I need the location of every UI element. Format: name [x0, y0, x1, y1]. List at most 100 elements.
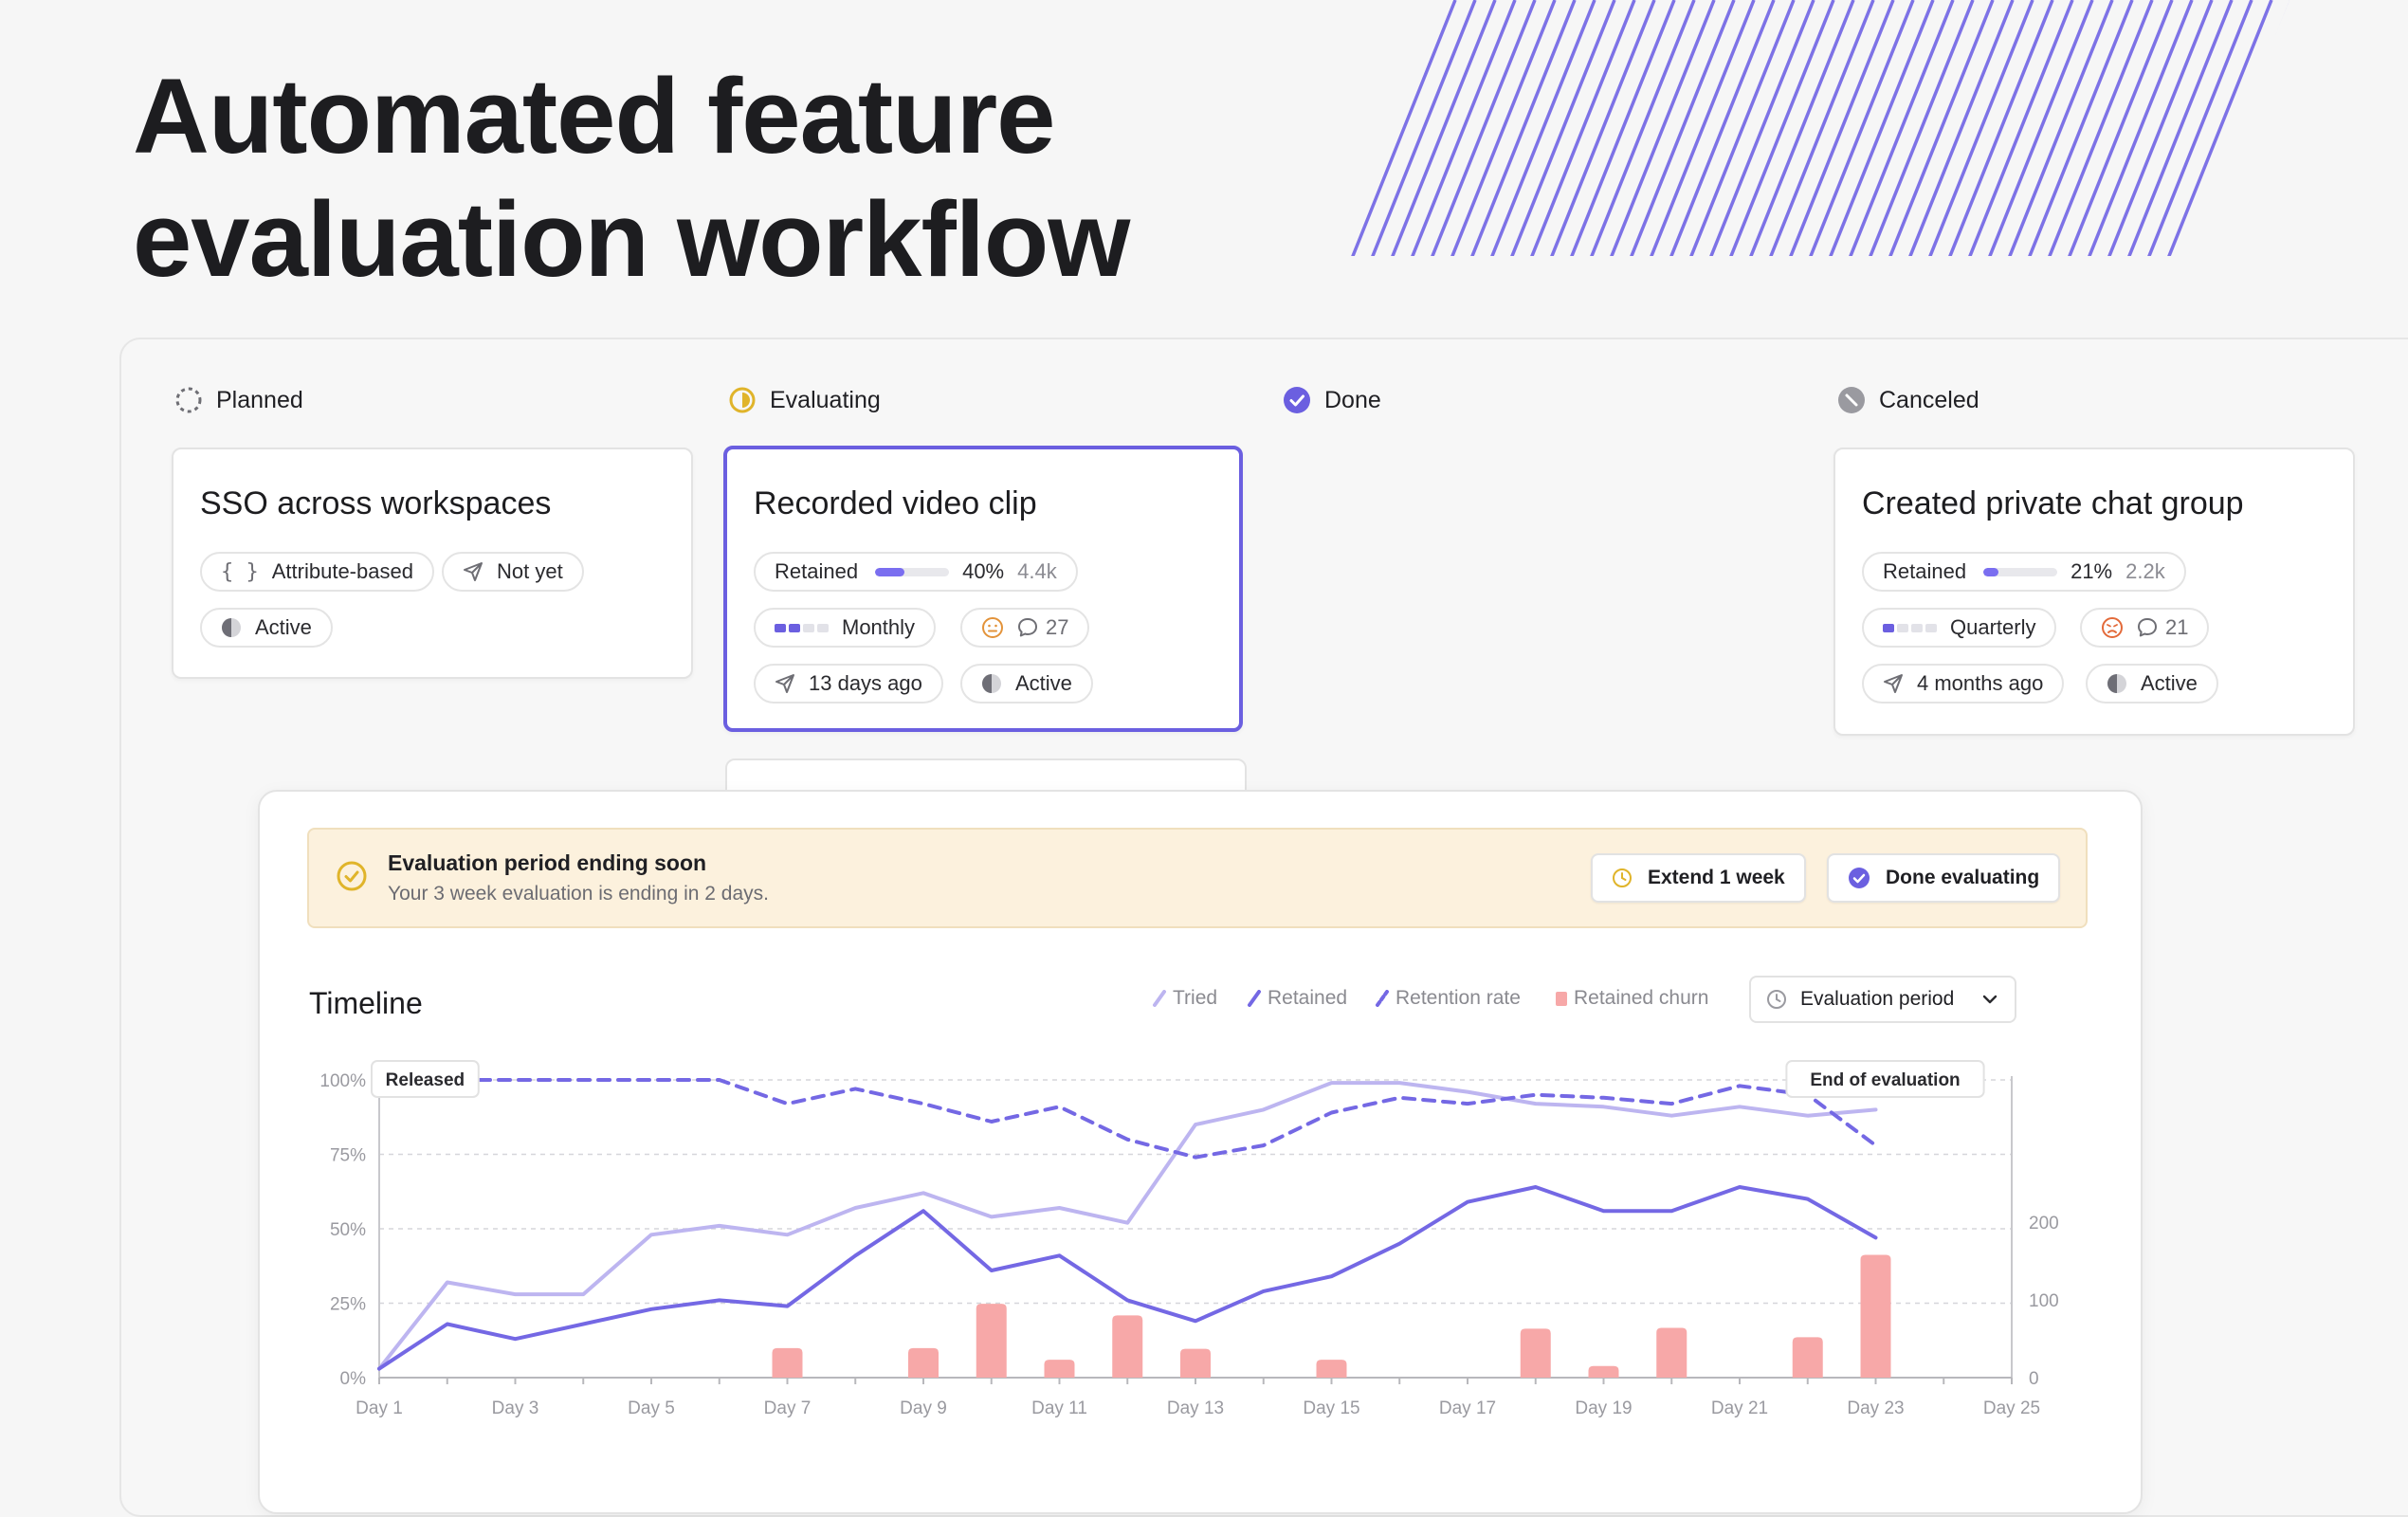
- y-tick-label: 25%: [330, 1295, 366, 1315]
- release-chip[interactable]: 4 months ago: [1862, 664, 2065, 704]
- legend-tried[interactable]: Tried: [1152, 986, 1217, 1011]
- feature-card-video[interactable]: Recorded video clip Retained 40% 4.4k Mo…: [723, 446, 1243, 732]
- retained-progress: [1983, 567, 2058, 576]
- canceled-circle-icon: [1838, 387, 1865, 413]
- hatch-decoration: [1351, 0, 2289, 256]
- x-tick-label: Day 15: [1303, 1398, 1359, 1418]
- x-tick-label: Day 5: [628, 1398, 675, 1418]
- legend-retained[interactable]: Retained: [1247, 986, 1347, 1011]
- y-tick-label: 0%: [340, 1369, 367, 1389]
- send-icon: [775, 673, 795, 694]
- churn-bar: [908, 1347, 939, 1378]
- feature-card-chat[interactable]: Created private chat group Retained 21% …: [1833, 448, 2355, 736]
- x-tick-label: Day 11: [1031, 1398, 1087, 1418]
- pie-status-icon: [981, 673, 1002, 694]
- timeline-chart: 0% 25% 50% 75% 100% 0 100 200 Day 1 Day 3 Day 5 Day…: [319, 1060, 2059, 1418]
- x-tick-label: Day 9: [900, 1398, 947, 1418]
- comment-icon: [2137, 617, 2158, 638]
- churn-bar: [976, 1304, 1007, 1378]
- braces-icon: { }: [221, 559, 259, 584]
- half-circle-icon: [729, 387, 756, 413]
- page-title: Automated feature evaluation workflow: [133, 57, 1130, 299]
- legend-line-swatch: [1248, 990, 1261, 1007]
- feedback-chip[interactable]: 27: [960, 608, 1090, 648]
- y-tick-label: 100%: [319, 1071, 366, 1091]
- x-tick-label: Day 23: [1847, 1398, 1904, 1418]
- churn-bar: [1792, 1337, 1823, 1378]
- column-label: Planned: [216, 386, 303, 413]
- column-planned[interactable]: Planned: [174, 383, 303, 417]
- release-chip[interactable]: 13 days ago: [754, 664, 943, 704]
- legend-retention-rate[interactable]: Retention rate: [1375, 986, 1521, 1011]
- annotation-label: Released: [386, 1070, 465, 1090]
- series-line-retention-rate: [377, 1078, 1878, 1160]
- send-icon: [463, 561, 483, 582]
- annotation-tag: End of evaluation: [1785, 1060, 1985, 1098]
- x-tick-label: Day 19: [1575, 1398, 1632, 1418]
- period-select[interactable]: Evaluation period: [1749, 976, 2016, 1023]
- column-canceled[interactable]: Canceled: [1837, 383, 1979, 417]
- card-title: Recorded video clip: [754, 485, 1037, 521]
- banner-title: Evaluation period ending soon: [388, 850, 707, 875]
- timeline-title: Timeline: [309, 986, 423, 1020]
- churn-bar: [1180, 1348, 1211, 1378]
- legend-dashed-swatch: [1376, 990, 1389, 1007]
- churn-bar: [1044, 1360, 1075, 1378]
- legend-bar-swatch: [1556, 992, 1567, 1006]
- check-circle-icon: [1284, 387, 1310, 413]
- churn-bar: [1656, 1327, 1687, 1378]
- column-label: Canceled: [1879, 386, 1979, 413]
- status-chip[interactable]: Active: [960, 664, 1093, 704]
- x-tick-label: Day 3: [492, 1398, 539, 1418]
- check-circle-icon: [1849, 868, 1870, 888]
- clock-icon: [1613, 868, 1632, 887]
- status-chip[interactable]: Active: [200, 608, 333, 648]
- x-tick-label: Day 25: [1983, 1398, 2040, 1418]
- targeting-chip[interactable]: { } Attribute-based: [200, 552, 434, 592]
- churn-bar: [1112, 1315, 1143, 1378]
- chevron-down-icon: [1982, 995, 1998, 1004]
- legend-retained-churn[interactable]: Retained churn: [1555, 986, 1708, 1011]
- done-evaluating-button[interactable]: Done evaluating: [1827, 853, 2061, 903]
- feature-card-sso[interactable]: SSO across workspaces { } Attribute-base…: [172, 448, 693, 679]
- pie-status-icon: [2107, 673, 2127, 694]
- x-tick-label: Day 7: [764, 1398, 812, 1418]
- y2-tick-label: 0: [2029, 1369, 2039, 1389]
- churn-bar: [1588, 1365, 1619, 1378]
- column-label: Evaluating: [770, 386, 881, 413]
- legend-line-swatch: [1153, 990, 1166, 1007]
- check-circle-outline-icon: [337, 861, 367, 891]
- annotation-tag: Released: [371, 1060, 480, 1098]
- x-tick-label: Day 21: [1711, 1398, 1768, 1418]
- retained-chip[interactable]: Retained 21% 2.2k: [1862, 552, 2186, 592]
- status-chip[interactable]: Active: [2086, 664, 2218, 704]
- extend-week-button[interactable]: Extend 1 week: [1591, 853, 1806, 903]
- comment-icon: [1017, 617, 1038, 638]
- churn-bar: [1520, 1328, 1551, 1378]
- release-chip[interactable]: Not yet: [442, 552, 584, 592]
- neutral-face-icon: [981, 616, 1004, 639]
- y2-tick-label: 200: [2029, 1214, 2059, 1234]
- annotation-label: End of evaluation: [1810, 1070, 1960, 1090]
- x-tick-label: Day 17: [1439, 1398, 1496, 1418]
- x-tick-label: Day 1: [356, 1398, 403, 1418]
- y-tick-label: 50%: [330, 1220, 366, 1240]
- send-icon: [1883, 673, 1904, 694]
- retained-chip[interactable]: Retained 40% 4.4k: [754, 552, 1078, 592]
- y2-tick-label: 100: [2029, 1291, 2059, 1311]
- pie-status-icon: [221, 617, 242, 638]
- card-title: Created private chat group: [1862, 485, 2244, 521]
- churn-bar: [1316, 1360, 1347, 1378]
- card-title: SSO across workspaces: [200, 485, 552, 521]
- column-done[interactable]: Done: [1283, 383, 1381, 417]
- frequency-level: [1883, 623, 1937, 632]
- churn-bar: [1860, 1254, 1891, 1378]
- banner-subtitle: Your 3 week evaluation is ending in 2 da…: [388, 883, 769, 905]
- x-tick-label: Day 13: [1167, 1398, 1224, 1418]
- evaluation-banner: Evaluation period ending soon Your 3 wee…: [307, 828, 2088, 928]
- frequency-chip[interactable]: Monthly: [754, 608, 937, 648]
- retained-progress: [875, 567, 950, 576]
- column-evaluating[interactable]: Evaluating: [728, 383, 881, 417]
- frequency-chip[interactable]: Quarterly: [1862, 608, 2057, 648]
- feedback-chip[interactable]: 21: [2080, 608, 2210, 648]
